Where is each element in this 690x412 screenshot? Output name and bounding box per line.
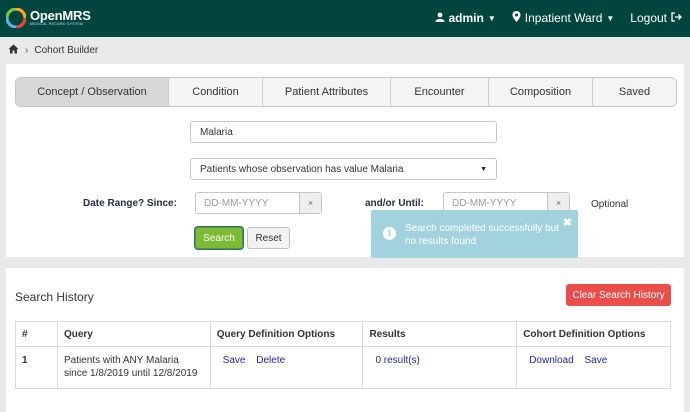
column-header-query: Query	[56, 321, 211, 347]
delete-query-link[interactable]: Delete	[256, 355, 285, 366]
clear-date-since-button[interactable]: ×	[299, 193, 321, 213]
row-query-options: Save Delete	[209, 346, 364, 389]
user-icon	[435, 11, 445, 25]
column-header-cohort-options: Cohort Definition Options	[516, 321, 671, 347]
caret-down-icon: ▼	[606, 13, 615, 23]
date-since-input[interactable]: DD-MM-YYYY	[196, 193, 299, 213]
reset-button[interactable]: Reset	[247, 227, 290, 249]
row-query: Patients with ANY Malaria since 1/8/2019…	[56, 346, 211, 389]
logout-link[interactable]: Logout	[630, 11, 682, 25]
tab-condition[interactable]: Condition	[169, 78, 263, 106]
column-header-query-options: Query Definition Options	[209, 321, 364, 347]
info-icon: i	[383, 227, 396, 240]
search-history-table: # Query Query Definition Options Results…	[15, 321, 671, 389]
save-query-link[interactable]: Save	[223, 355, 246, 366]
logo-name: OpenMRS	[30, 8, 91, 24]
date-until-label: and/or Until:	[365, 198, 424, 209]
download-cohort-link[interactable]: Download	[529, 355, 573, 366]
tab-encounter[interactable]: Encounter	[391, 78, 489, 106]
search-result-toast: i Search completed successfully but no r…	[371, 210, 578, 258]
date-since-label: Date Range? Since:	[83, 198, 177, 209]
concept-search-input[interactable]: Malaria	[190, 121, 497, 143]
logo-subtitle: MEDICAL RECORD SYSTEM	[30, 22, 84, 27]
search-button[interactable]: Search	[195, 227, 243, 249]
observation-select-value: Patients whose observation has value Mal…	[200, 163, 404, 175]
close-icon[interactable]: ✖	[563, 216, 572, 229]
sign-out-icon	[671, 11, 682, 25]
openmrs-logo[interactable]: OpenMRS MEDICAL RECORD SYSTEM	[5, 7, 91, 29]
caret-down-icon: ▼	[487, 13, 496, 23]
row-number: 1	[15, 346, 58, 389]
search-type-tabs: Concept / Observation Condition Patient …	[15, 77, 677, 107]
location-menu-label: Inpatient Ward	[524, 11, 603, 25]
breadcrumb-current: Cohort Builder	[34, 45, 99, 56]
cohort-search-panel: Concept / Observation Condition Patient …	[6, 64, 684, 257]
table-header-row: # Query Query Definition Options Results…	[15, 321, 671, 347]
location-menu[interactable]: Inpatient Ward ▼	[512, 11, 615, 25]
user-menu[interactable]: admin ▼	[435, 11, 496, 25]
user-menu-label: admin	[448, 11, 484, 25]
results-link[interactable]: 0 result(s)	[375, 355, 419, 366]
home-icon[interactable]	[8, 44, 19, 57]
date-since-field: DD-MM-YYYY ×	[195, 192, 322, 214]
chevron-right-icon: ›	[25, 45, 29, 56]
top-navbar: OpenMRS MEDICAL RECORD SYSTEM admin ▼ In…	[0, 0, 690, 37]
save-cohort-link[interactable]: Save	[584, 355, 607, 366]
optional-label: Optional	[591, 199, 629, 210]
tab-concept-observation[interactable]: Concept / Observation	[16, 78, 169, 106]
breadcrumb: › Cohort Builder	[8, 44, 98, 57]
tab-patient-attributes[interactable]: Patient Attributes	[263, 78, 391, 106]
column-header-number: #	[15, 321, 58, 347]
tab-composition[interactable]: Composition	[489, 78, 593, 106]
toast-message: Search completed successfully but no res…	[405, 223, 559, 247]
row-cohort-options: Download Save	[516, 346, 671, 389]
map-marker-icon	[512, 11, 521, 25]
tab-saved[interactable]: Saved	[593, 78, 676, 106]
observation-select[interactable]: Patients whose observation has value Mal…	[190, 158, 497, 180]
search-history-title: Search History	[15, 290, 94, 304]
row-results: 0 result(s)	[362, 346, 518, 389]
clear-search-history-button[interactable]: Clear Search History	[566, 284, 671, 306]
caret-down-icon: ▼	[480, 165, 487, 173]
column-header-results: Results	[362, 321, 518, 347]
openmrs-logo-icon	[5, 7, 27, 29]
search-history-panel: Search History Clear Search History # Qu…	[6, 268, 684, 412]
table-row: 1 Patients with ANY Malaria since 1/8/20…	[15, 346, 671, 389]
logout-label: Logout	[630, 11, 667, 25]
